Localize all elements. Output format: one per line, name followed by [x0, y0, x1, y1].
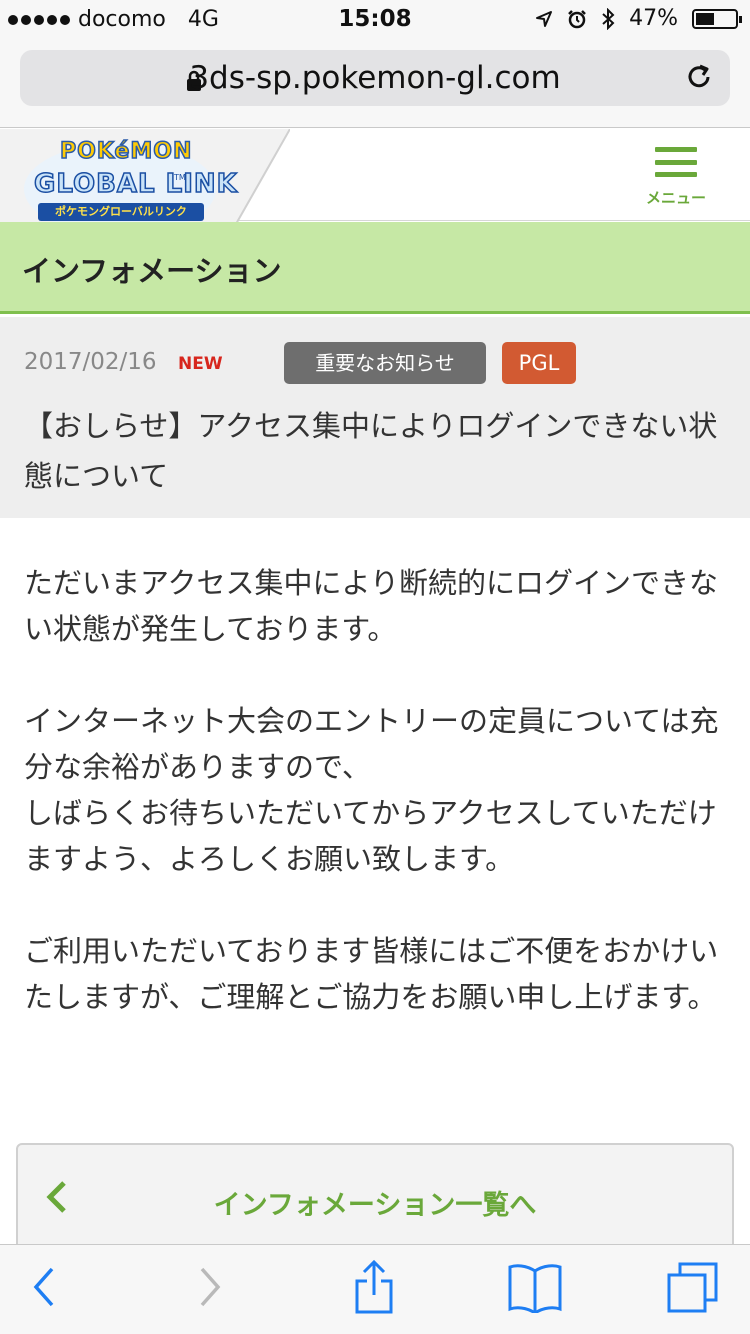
reload-icon[interactable]: [684, 62, 714, 92]
tag-pgl: PGL: [502, 342, 576, 384]
article-date: 2017/02/16: [24, 349, 157, 375]
logo-subtitle: ポケモングローバルリンク: [38, 203, 204, 221]
article-title: 【おしらせ】アクセス集中によりログインできない状態について: [24, 409, 718, 493]
section-title: インフォメーション: [22, 254, 282, 288]
address-bar[interactable]: 3ds-sp.pokemon-gl.com: [20, 50, 730, 106]
share-icon[interactable]: [352, 1259, 396, 1315]
new-badge: NEW: [178, 354, 223, 374]
logo-trademark: TM: [174, 173, 186, 182]
logo-pokemon-text: POKéMON: [59, 138, 193, 165]
browser-address-area: 3ds-sp.pokemon-gl.com: [0, 40, 750, 128]
article-paragraph: ご利用いただいております皆様にはご不便をおかけいたしますが、ご理解とご協力をお願…: [24, 934, 719, 1014]
battery-icon: [692, 8, 742, 29]
back-to-list-label: インフォメーション一覧へ: [213, 1190, 537, 1221]
section-title-band: インフォメーション: [0, 222, 750, 314]
article-body: ただいまアクセス集中により断続的にログインできない状態が発生しております。 イン…: [24, 560, 724, 1066]
battery-fill: [696, 12, 714, 25]
article-paragraph: ただいまアクセス集中により断続的にログインできない状態が発生しております。: [24, 566, 718, 646]
back-arrow-icon[interactable]: [30, 1265, 58, 1309]
browser-toolbar: [0, 1244, 750, 1334]
hamburger-icon: [655, 147, 697, 177]
site-header: POKéMON GLOBAL LINK TM ポケモングローバルリンク メニュー: [0, 129, 750, 239]
battery-percent: 47%: [629, 6, 678, 31]
battery-tip: [739, 15, 742, 23]
alarm-icon: [568, 9, 586, 28]
hamburger-line: [655, 147, 697, 152]
menu-label: メニュー: [645, 189, 706, 207]
forward-arrow-icon[interactable]: [196, 1265, 224, 1309]
bluetooth-icon: [602, 7, 615, 30]
hamburger-line: [655, 159, 697, 165]
bookmarks-icon[interactable]: [506, 1263, 564, 1313]
status-bar: docomo 4G 15:08 47%: [0, 0, 750, 40]
menu-button[interactable]: メニュー: [640, 147, 712, 213]
url-text: 3ds-sp.pokemon-gl.com: [189, 60, 561, 96]
tag-important-notice: 重要なお知らせ: [284, 342, 486, 384]
logo-global-link-text: GLOBAL LINK: [33, 168, 238, 200]
status-right: 47%: [535, 6, 742, 31]
tabs-icon[interactable]: [666, 1261, 720, 1313]
article-paragraph: インターネット大会のエントリーの定員については充分な余裕がありますので、 しばら…: [24, 704, 719, 876]
location-arrow-icon: [536, 10, 553, 27]
hamburger-line: [655, 172, 697, 177]
article-header: 2017/02/16 NEW 重要なお知らせ PGL 【おしらせ】アクセス集中に…: [0, 317, 750, 518]
